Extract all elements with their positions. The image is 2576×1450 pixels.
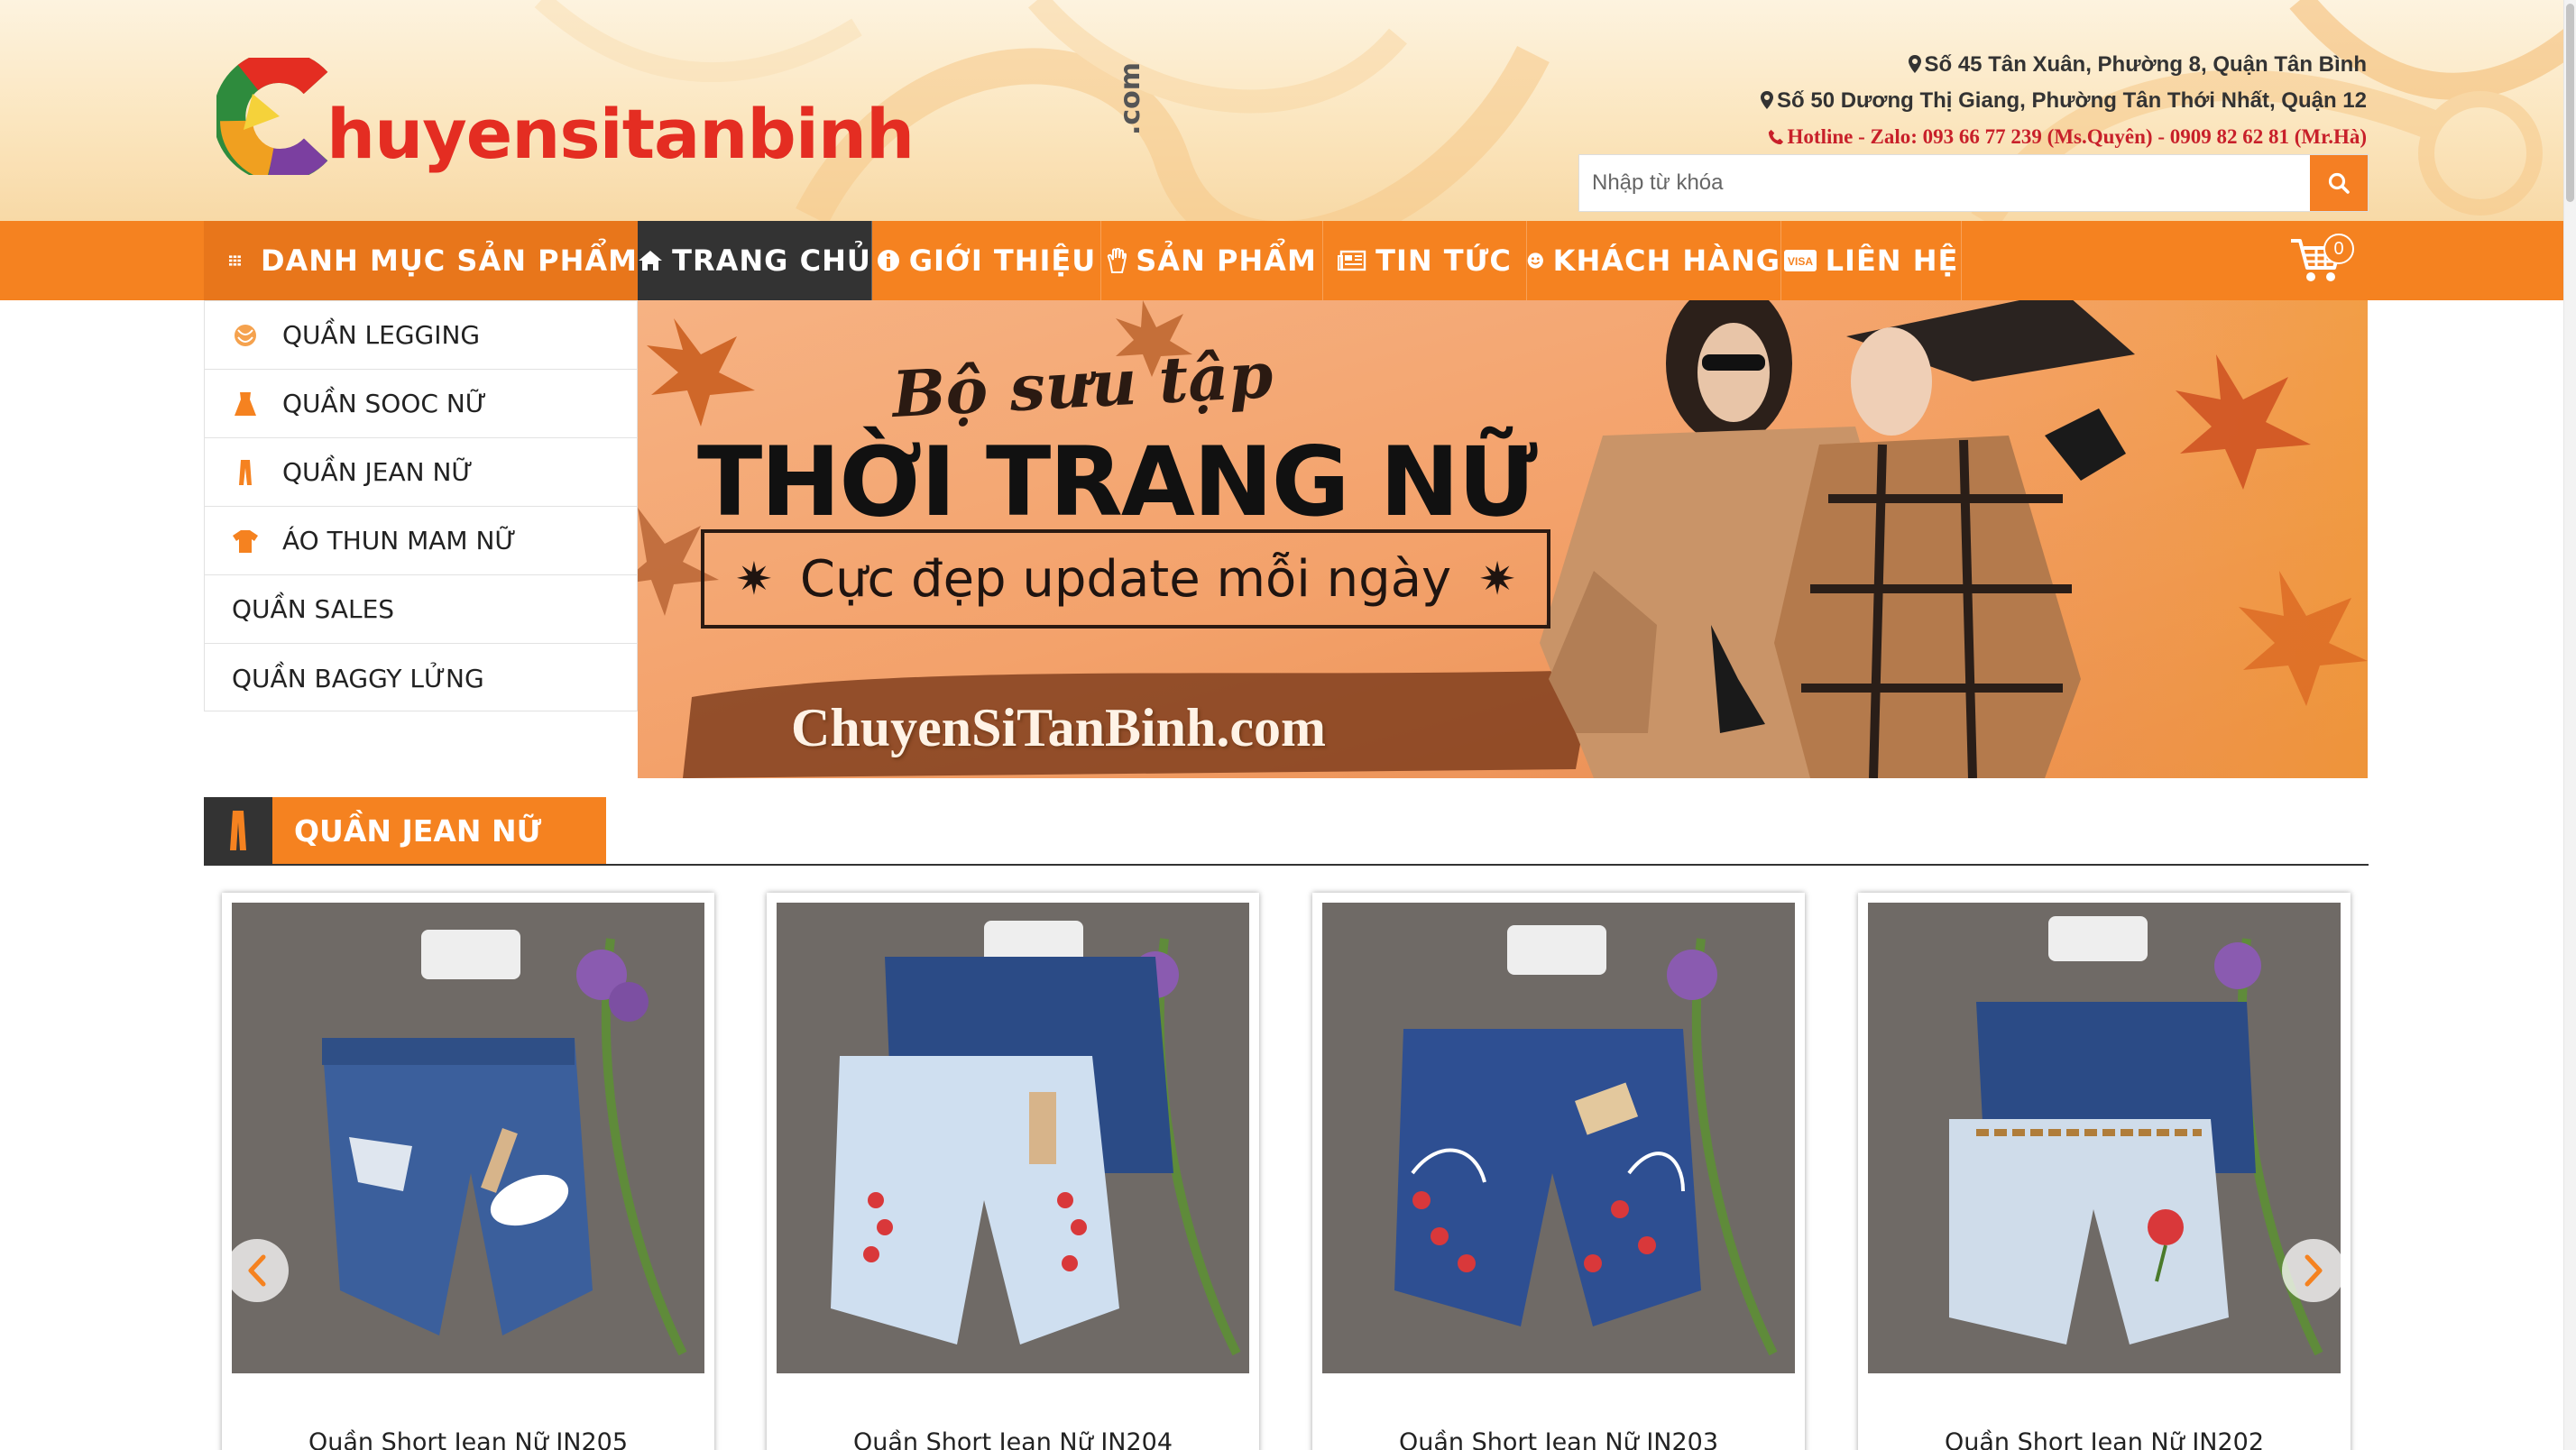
logo-suffix: .com — [1115, 61, 1146, 135]
shorts-icon — [232, 390, 259, 418]
grid-icon — [229, 255, 241, 266]
svg-text:VISA: VISA — [1788, 255, 1813, 268]
product-card[interactable]: Quần Short Jean Nữ JN203 — [1312, 893, 1805, 1450]
product-image[interactable] — [232, 903, 704, 1373]
hotline-text: Hotline - Zalo: 093 66 77 239 (Ms.Quyên)… — [1787, 125, 2367, 148]
category-menu-toggle[interactable]: DANH MỤC SẢN PHẨM — [204, 221, 638, 300]
nav-products-label: SẢN PHẨM — [1136, 243, 1317, 278]
product-image[interactable] — [777, 903, 1249, 1373]
logo-wordmark: huyensitanbinh — [327, 94, 915, 174]
sidebar-item-baggy[interactable]: QUẦN BAGGY LỬNG — [205, 644, 637, 712]
info-icon — [877, 250, 899, 271]
search-icon — [2328, 172, 2350, 194]
nav-home-label: TRANG CHỦ — [672, 243, 871, 278]
nav-about-label: GIỚI THIỆU — [908, 243, 1097, 278]
banner-tagline-box: ✷ Cực đẹp update mỗi ngày ✷ — [701, 529, 1550, 629]
nav-home[interactable]: TRANG CHỦ — [638, 221, 872, 300]
sidebar-item-label: QUẦN JEAN NỮ — [282, 457, 474, 487]
home-icon — [639, 251, 663, 271]
address-2-text: Số 50 Dương Thị Giang, Phường Tân Thới N… — [1777, 88, 2367, 113]
banner-site-name: ChuyenSiTanBinh.com — [791, 698, 1327, 757]
nav-news-label: TIN TỨC — [1375, 243, 1512, 278]
sidebar-item-tshirt[interactable]: ÁO THUN MAM NỮ — [205, 507, 637, 575]
product-card[interactable]: Quần Short Jean Nữ JN202 — [1858, 893, 2351, 1450]
sidebar-item-label: ÁO THUN MAM NỮ — [282, 526, 517, 555]
cart-count-badge: 0 — [2323, 234, 2354, 264]
map-pin-icon — [1908, 55, 1921, 73]
product-card[interactable]: Quần Short Jean Nữ JN205 — [222, 893, 714, 1450]
legging-icon — [232, 322, 259, 349]
tshirt-icon — [232, 528, 259, 555]
search-button[interactable] — [2310, 155, 2368, 211]
sidebar-item-jeans[interactable]: QUẦN JEAN NỮ — [205, 438, 637, 507]
banner-tagline: Cực đẹp update mỗi ngày — [799, 549, 1452, 609]
hotline-line: Hotline - Zalo: 093 66 77 239 (Ms.Quyên)… — [1761, 119, 2367, 155]
sidebar-item-label: QUẦN SOOC NỮ — [282, 389, 487, 418]
sidebar-item-legging[interactable]: QUẦN LEGGING — [205, 301, 637, 370]
sidebar-item-label: QUẦN LEGGING — [282, 320, 481, 350]
product-card[interactable]: Quần Short Jean Nữ JN204 — [767, 893, 1259, 1450]
scrollbar-thumb[interactable] — [2566, 4, 2574, 202]
product-name[interactable]: Quần Short Jean Nữ JN203 — [1312, 1428, 1805, 1450]
page-scrollbar[interactable] — [2563, 0, 2576, 1450]
chevron-left-icon — [248, 1254, 266, 1287]
sidebar-item-shorts[interactable]: QUẦN SOOC NỮ — [205, 370, 637, 438]
sparkle-icon: ✷ — [1478, 553, 1517, 605]
category-menu-label: DANH MỤC SẢN PHẨM — [260, 243, 638, 278]
section-title[interactable]: QUẦN JEAN NỮ — [272, 797, 606, 864]
product-image[interactable] — [1868, 903, 2341, 1373]
sidebar-item-sales[interactable]: QUẦN SALES — [205, 575, 637, 644]
site-logo[interactable]: huyensitanbinh .com — [216, 58, 1146, 184]
jeans-icon — [232, 459, 259, 486]
hand-icon — [1108, 248, 1127, 273]
product-name[interactable]: Quần Short Jean Nữ JN202 — [1858, 1428, 2351, 1450]
site-header: huyensitanbinh .com Số 45 Tân Xuân, Phườ… — [0, 0, 2576, 221]
search-bar — [1578, 154, 2369, 212]
section-header: QUẦN JEAN NỮ — [204, 797, 2369, 866]
contact-info: Số 45 Tân Xuân, Phường 8, Quận Tân Bình … — [1761, 47, 2367, 155]
nav-customers[interactable]: KHÁCH HÀNG — [1527, 221, 1781, 300]
carousel-prev-button[interactable] — [225, 1239, 289, 1302]
smile-icon — [1527, 252, 1543, 269]
nav-customers-label: KHÁCH HÀNG — [1552, 243, 1780, 278]
nav-contact-label: LIÊN HỆ — [1825, 243, 1959, 278]
product-image[interactable] — [1322, 903, 1795, 1373]
nav-about[interactable]: GIỚI THIỆU — [872, 221, 1101, 300]
nav-news[interactable]: TIN TỨC — [1323, 221, 1527, 300]
hero-banner[interactable]: Bộ sưu tập THỜI TRANG NỮ ✷ Cực đẹp updat… — [638, 300, 2368, 778]
phone-icon — [1768, 129, 1783, 145]
address-line-1: Số 45 Tân Xuân, Phường 8, Quận Tân Bình — [1761, 47, 2367, 83]
product-name[interactable]: Quần Short Jean Nữ JN205 — [222, 1428, 714, 1450]
cart-button[interactable]: 0 — [2289, 234, 2354, 288]
map-pin-icon — [1761, 91, 1774, 109]
sidebar-item-label: QUẦN SALES — [232, 594, 395, 624]
sparkle-icon: ✷ — [734, 553, 773, 605]
carousel-next-button[interactable] — [2282, 1239, 2345, 1302]
sidebar-item-label: QUẦN BAGGY LỬNG — [232, 663, 484, 693]
address-1-text: Số 45 Tân Xuân, Phường 8, Quận Tân Bình — [1924, 52, 2368, 77]
product-name[interactable]: Quần Short Jean Nữ JN204 — [767, 1428, 1259, 1450]
newspaper-icon — [1338, 250, 1366, 271]
category-sidebar: QUẦN LEGGING QUẦN SOOC NỮ QUẦN JEAN NỮ Á… — [204, 300, 638, 711]
visa-card-icon: VISA — [1783, 250, 1817, 271]
chevron-right-icon — [2305, 1254, 2323, 1287]
nav-contact[interactable]: VISA LIÊN HỆ — [1781, 221, 1962, 300]
address-line-2: Số 50 Dương Thị Giang, Phường Tân Thới N… — [1761, 83, 2367, 119]
jeans-icon — [204, 797, 272, 864]
nav-products[interactable]: SẢN PHẨM — [1101, 221, 1323, 300]
main-nav: DANH MỤC SẢN PHẨM TRANG CHỦ GIỚI THIỆU S… — [0, 221, 2576, 300]
banner-title: THỜI TRANG NỮ — [697, 427, 1538, 537]
logo-c-mark-icon — [216, 58, 328, 175]
search-input[interactable] — [1579, 155, 2310, 211]
